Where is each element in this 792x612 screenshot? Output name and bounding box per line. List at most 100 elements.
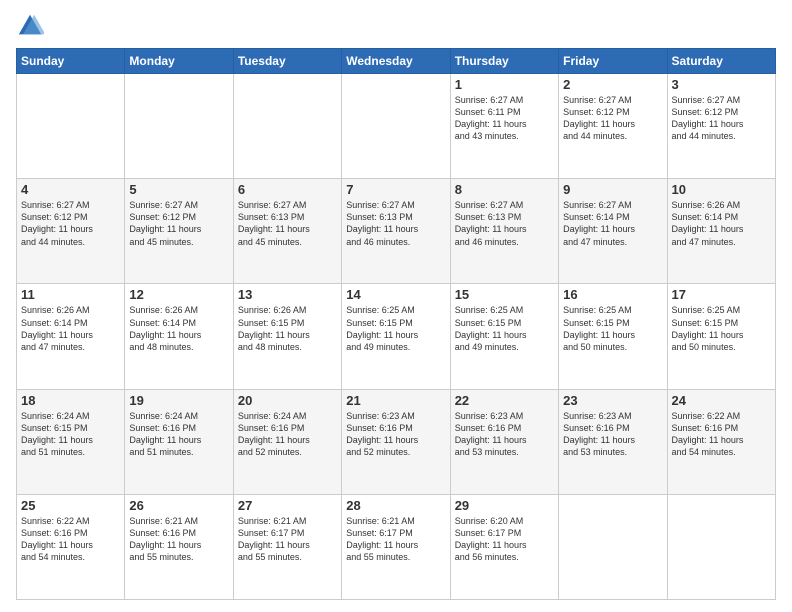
day-info: Sunrise: 6:27 AM Sunset: 6:12 PM Dayligh… — [21, 199, 120, 248]
day-number: 18 — [21, 393, 120, 408]
day-info: Sunrise: 6:23 AM Sunset: 6:16 PM Dayligh… — [563, 410, 662, 459]
calendar-cell: 20Sunrise: 6:24 AM Sunset: 6:16 PM Dayli… — [233, 389, 341, 494]
day-number: 5 — [129, 182, 228, 197]
day-info: Sunrise: 6:26 AM Sunset: 6:15 PM Dayligh… — [238, 304, 337, 353]
day-number: 17 — [672, 287, 771, 302]
day-number: 11 — [21, 287, 120, 302]
calendar-cell: 3Sunrise: 6:27 AM Sunset: 6:12 PM Daylig… — [667, 74, 775, 179]
calendar-cell: 14 Sunrise: 6:25 AM Sunset: 6:15 PM Dayli… — [342, 284, 450, 389]
calendar-cell — [667, 494, 775, 599]
calendar-cell: 19 Sunrise: 6:24 AM Sunset: 6:16 PM Dayli… — [125, 389, 233, 494]
calendar-cell: 7Sunrise: 6:27 AM Sunset: 6:13 PM Daylig… — [342, 179, 450, 284]
calendar-cell: 21 Sunrise: 6:23 AM Sunset: 6:16 PM Dayli… — [342, 389, 450, 494]
calendar-cell: 16 Sunrise: 6:25 AM Sunset: 6:15 PM Dayli… — [559, 284, 667, 389]
calendar-cell: 22 Sunrise: 6:23 AM Sunset: 6:16 PM Dayli… — [450, 389, 558, 494]
day-info: Sunrise: 6:25 AM Sunset: 6:15 PM Dayligh… — [455, 304, 554, 353]
calendar-cell: 28 Sunrise: 6:21 AM Sunset: 6:17 PM Dayli… — [342, 494, 450, 599]
day-info: Sunrise: 6:27 AM Sunset: 6:13 PM Dayligh… — [238, 199, 337, 248]
day-number: 21 — [346, 393, 445, 408]
logo-icon — [16, 12, 44, 40]
day-info: Sunrise: 6:27 AM Sunset: 6:13 PM Dayligh… — [455, 199, 554, 248]
page: SundayMondayTuesdayWednesdayThursdayFrid… — [0, 0, 792, 612]
day-number: 25 — [21, 498, 120, 513]
calendar-cell: 25Sunrise: 6:22 AM Sunset: 6:16 PM Dayli… — [17, 494, 125, 599]
calendar-cell — [342, 74, 450, 179]
calendar-cell: 29Sunrise: 6:20 AM Sunset: 6:17 PM Dayli… — [450, 494, 558, 599]
day-number: 22 — [455, 393, 554, 408]
calendar-day-header: Monday — [125, 49, 233, 74]
day-number: 16 — [563, 287, 662, 302]
calendar-cell — [233, 74, 341, 179]
day-number: 15 — [455, 287, 554, 302]
calendar-cell: 5Sunrise: 6:27 AM Sunset: 6:12 PM Daylig… — [125, 179, 233, 284]
day-info: Sunrise: 6:25 AM Sunset: 6:15 PM Dayligh… — [563, 304, 662, 353]
day-info: Sunrise: 6:21 AM Sunset: 6:17 PM Dayligh… — [238, 515, 337, 564]
day-number: 26 — [129, 498, 228, 513]
day-number: 13 — [238, 287, 337, 302]
day-info: Sunrise: 6:23 AM Sunset: 6:16 PM Dayligh… — [455, 410, 554, 459]
day-number: 28 — [346, 498, 445, 513]
calendar-cell: 27Sunrise: 6:21 AM Sunset: 6:17 PM Dayli… — [233, 494, 341, 599]
day-number: 9 — [563, 182, 662, 197]
day-info: Sunrise: 6:25 AM Sunset: 6:15 PM Dayligh… — [346, 304, 445, 353]
header — [16, 12, 776, 40]
calendar-cell: 10 Sunrise: 6:26 AM Sunset: 6:14 PM Dayli… — [667, 179, 775, 284]
day-info: Sunrise: 6:22 AM Sunset: 6:16 PM Dayligh… — [672, 410, 771, 459]
calendar-day-header: Tuesday — [233, 49, 341, 74]
calendar-week-row: 1 Sunrise: 6:27 AM Sunset: 6:11 PM Daylig… — [17, 74, 776, 179]
day-info: Sunrise: 6:20 AM Sunset: 6:17 PM Dayligh… — [455, 515, 554, 564]
calendar-day-header: Wednesday — [342, 49, 450, 74]
day-number: 8 — [455, 182, 554, 197]
calendar-cell: 2 Sunrise: 6:27 AM Sunset: 6:12 PM Daylig… — [559, 74, 667, 179]
calendar-table: SundayMondayTuesdayWednesdayThursdayFrid… — [16, 48, 776, 600]
calendar-cell: 12Sunrise: 6:26 AM Sunset: 6:14 PM Dayli… — [125, 284, 233, 389]
day-info: Sunrise: 6:27 AM Sunset: 6:11 PM Dayligh… — [455, 94, 554, 143]
calendar-cell: 26 Sunrise: 6:21 AM Sunset: 6:16 PM Dayli… — [125, 494, 233, 599]
day-number: 1 — [455, 77, 554, 92]
calendar-day-header: Friday — [559, 49, 667, 74]
calendar-cell — [17, 74, 125, 179]
day-info: Sunrise: 6:27 AM Sunset: 6:12 PM Dayligh… — [563, 94, 662, 143]
day-number: 19 — [129, 393, 228, 408]
calendar-cell: 23 Sunrise: 6:23 AM Sunset: 6:16 PM Dayli… — [559, 389, 667, 494]
calendar-cell — [125, 74, 233, 179]
calendar-week-row: 11 Sunrise: 6:26 AM Sunset: 6:14 PM Dayli… — [17, 284, 776, 389]
calendar-day-header: Saturday — [667, 49, 775, 74]
calendar-cell: 11 Sunrise: 6:26 AM Sunset: 6:14 PM Dayli… — [17, 284, 125, 389]
calendar-cell: 8 Sunrise: 6:27 AM Sunset: 6:13 PM Daylig… — [450, 179, 558, 284]
day-info: Sunrise: 6:26 AM Sunset: 6:14 PM Dayligh… — [21, 304, 120, 353]
calendar-week-row: 4 Sunrise: 6:27 AM Sunset: 6:12 PM Daylig… — [17, 179, 776, 284]
calendar-cell: 1 Sunrise: 6:27 AM Sunset: 6:11 PM Daylig… — [450, 74, 558, 179]
day-info: Sunrise: 6:21 AM Sunset: 6:16 PM Dayligh… — [129, 515, 228, 564]
calendar-cell: 6 Sunrise: 6:27 AM Sunset: 6:13 PM Daylig… — [233, 179, 341, 284]
day-info: Sunrise: 6:26 AM Sunset: 6:14 PM Dayligh… — [672, 199, 771, 248]
calendar-day-header: Sunday — [17, 49, 125, 74]
day-number: 4 — [21, 182, 120, 197]
day-number: 10 — [672, 182, 771, 197]
calendar-cell: 4 Sunrise: 6:27 AM Sunset: 6:12 PM Daylig… — [17, 179, 125, 284]
calendar-header-row: SundayMondayTuesdayWednesdayThursdayFrid… — [17, 49, 776, 74]
calendar-cell: 13 Sunrise: 6:26 AM Sunset: 6:15 PM Dayli… — [233, 284, 341, 389]
day-info: Sunrise: 6:27 AM Sunset: 6:13 PM Dayligh… — [346, 199, 445, 248]
calendar-day-header: Thursday — [450, 49, 558, 74]
day-info: Sunrise: 6:24 AM Sunset: 6:16 PM Dayligh… — [129, 410, 228, 459]
day-number: 3 — [672, 77, 771, 92]
day-number: 6 — [238, 182, 337, 197]
day-info: Sunrise: 6:26 AM Sunset: 6:14 PM Dayligh… — [129, 304, 228, 353]
calendar-week-row: 25Sunrise: 6:22 AM Sunset: 6:16 PM Dayli… — [17, 494, 776, 599]
day-info: Sunrise: 6:24 AM Sunset: 6:16 PM Dayligh… — [238, 410, 337, 459]
day-info: Sunrise: 6:21 AM Sunset: 6:17 PM Dayligh… — [346, 515, 445, 564]
logo — [16, 12, 48, 40]
day-number: 23 — [563, 393, 662, 408]
calendar-cell: 9 Sunrise: 6:27 AM Sunset: 6:14 PM Daylig… — [559, 179, 667, 284]
day-info: Sunrise: 6:23 AM Sunset: 6:16 PM Dayligh… — [346, 410, 445, 459]
day-number: 14 — [346, 287, 445, 302]
calendar-cell: 15 Sunrise: 6:25 AM Sunset: 6:15 PM Dayli… — [450, 284, 558, 389]
calendar-week-row: 18 Sunrise: 6:24 AM Sunset: 6:15 PM Dayli… — [17, 389, 776, 494]
day-info: Sunrise: 6:27 AM Sunset: 6:14 PM Dayligh… — [563, 199, 662, 248]
day-number: 2 — [563, 77, 662, 92]
calendar-cell — [559, 494, 667, 599]
day-info: Sunrise: 6:25 AM Sunset: 6:15 PM Dayligh… — [672, 304, 771, 353]
calendar-cell: 17 Sunrise: 6:25 AM Sunset: 6:15 PM Dayli… — [667, 284, 775, 389]
day-info: Sunrise: 6:24 AM Sunset: 6:15 PM Dayligh… — [21, 410, 120, 459]
